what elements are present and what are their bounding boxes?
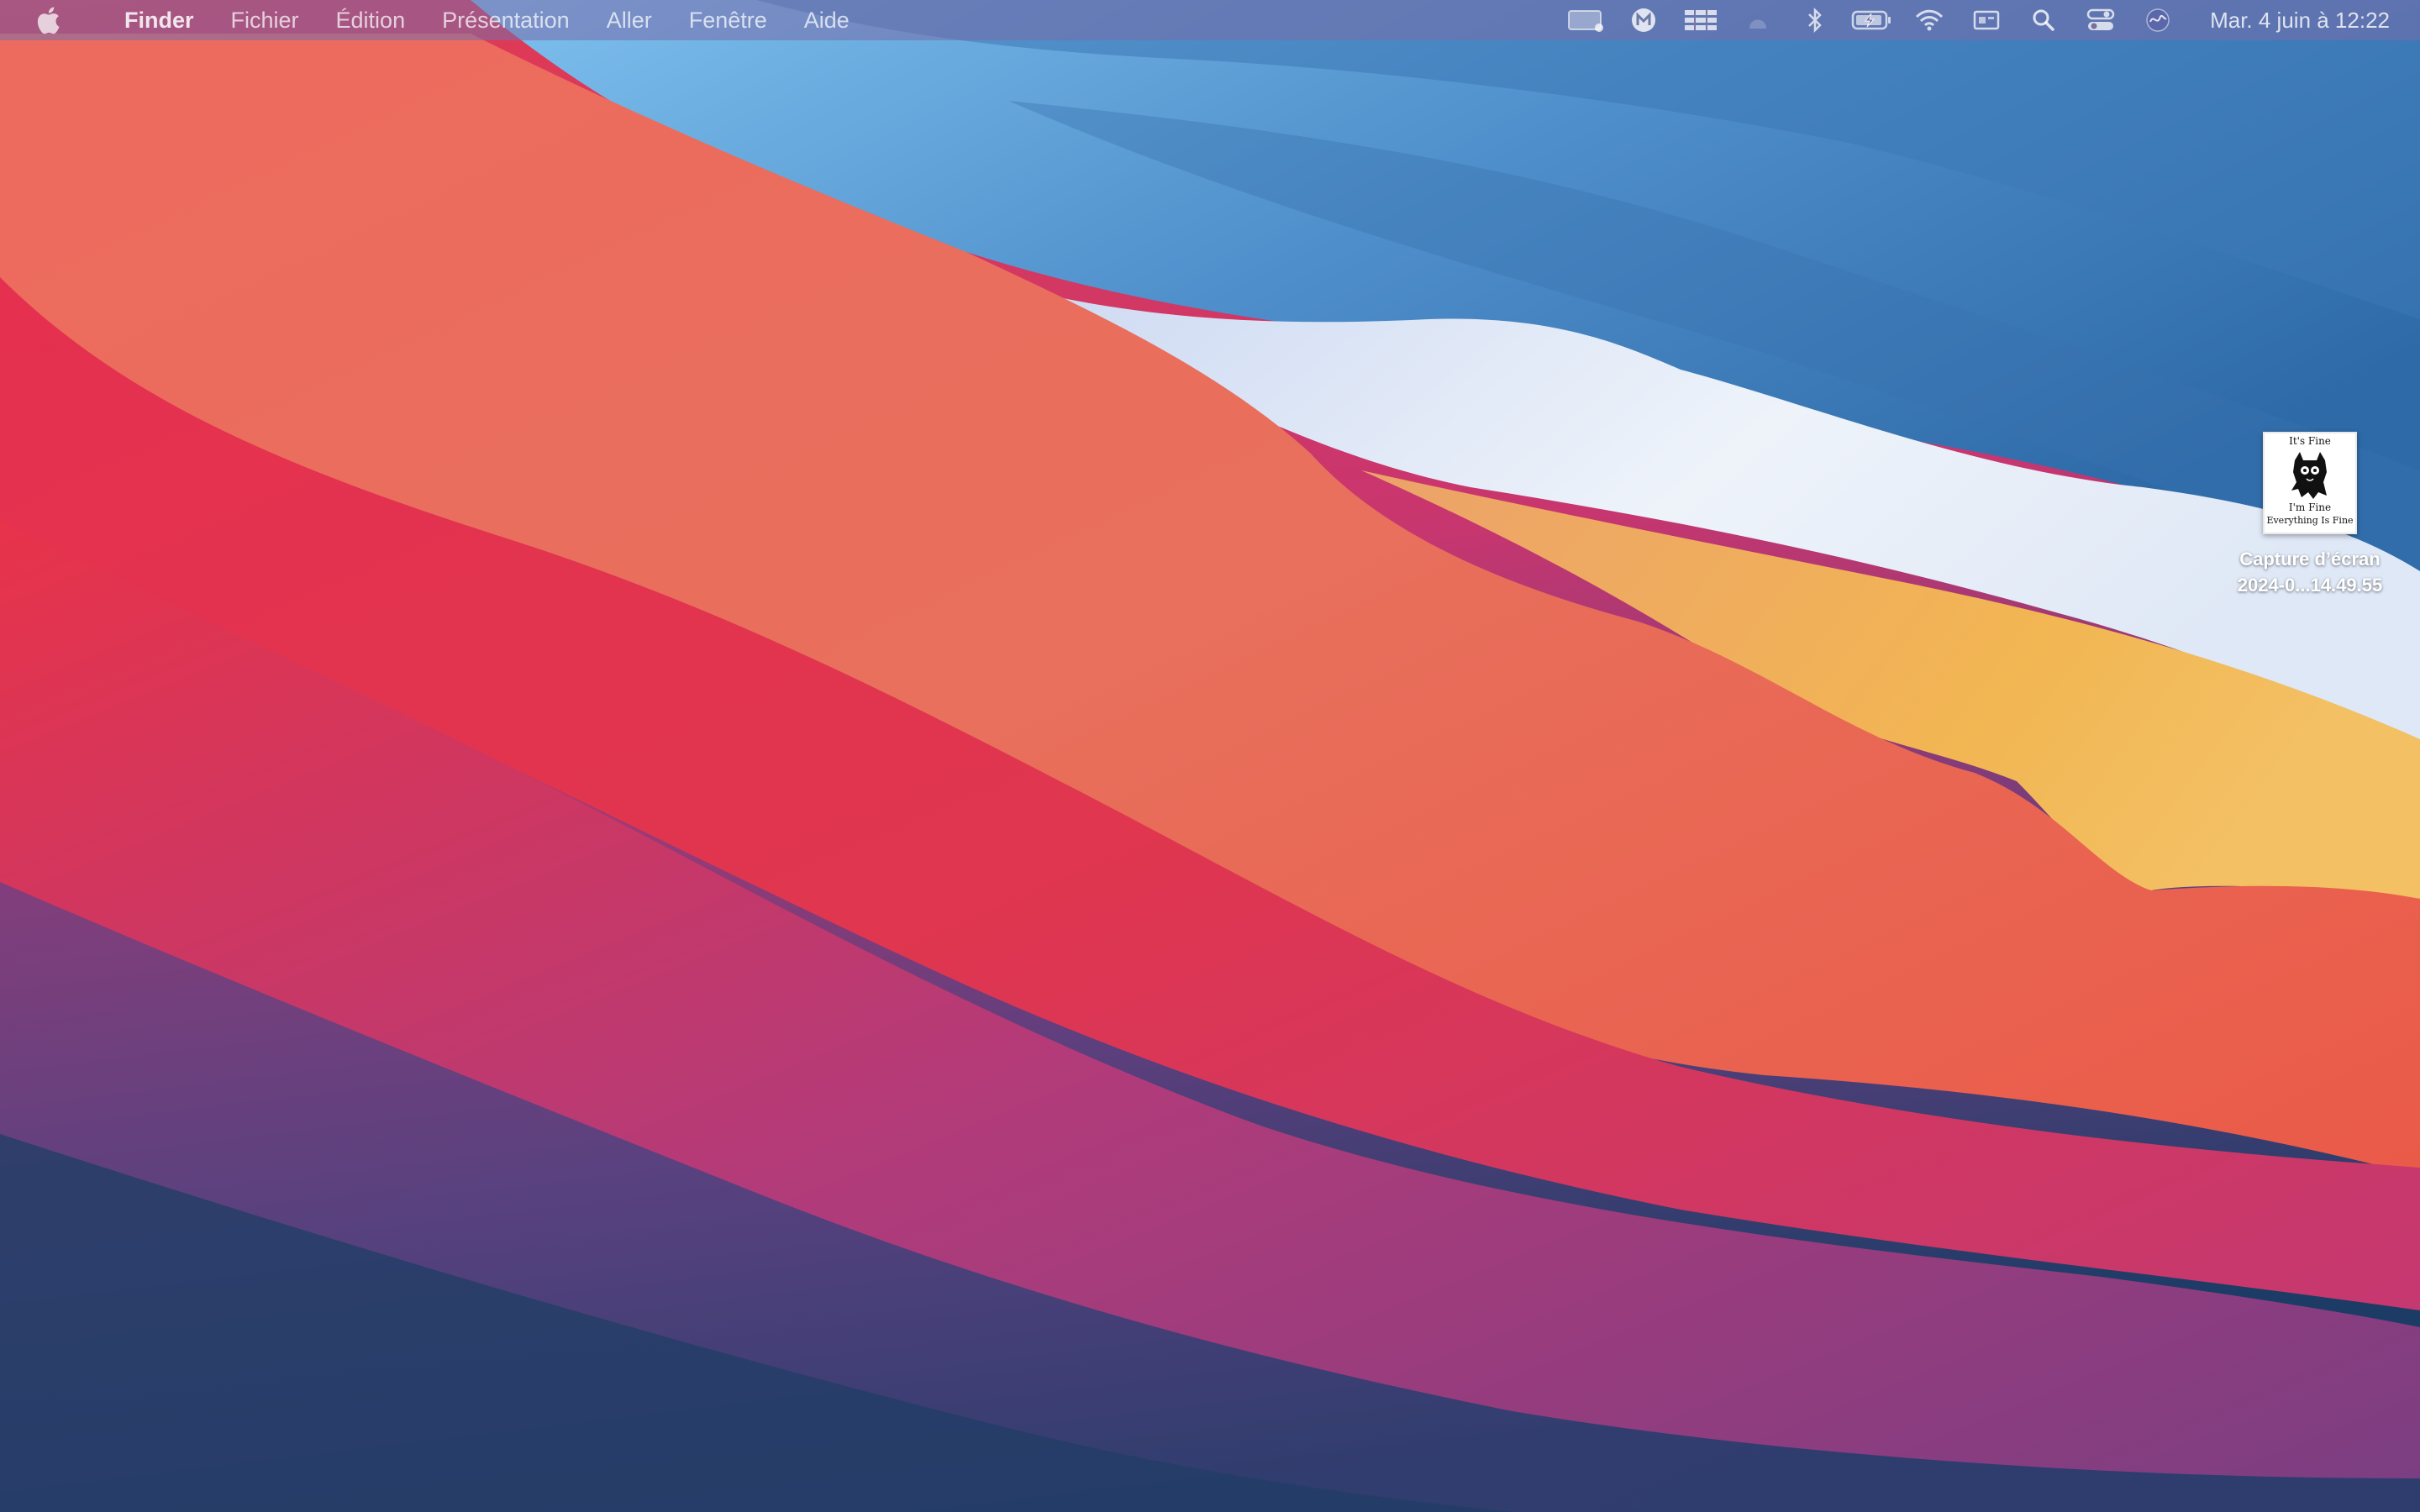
display-mirroring-icon[interactable] [1962, 0, 2011, 40]
menu-aller[interactable]: Aller [588, 0, 671, 40]
control-center-icon[interactable] [2076, 0, 2125, 40]
desktop[interactable]: Finder Fichier Édition Présentation Alle… [0, 0, 2420, 1512]
dimmed-app-icon[interactable] [1733, 0, 1782, 40]
file-thumbnail: It's Fine I'm Fine Everything Is Fine [2263, 432, 2357, 534]
black-cat-icon [2291, 452, 2327, 499]
battery-charging-icon[interactable] [1848, 0, 1897, 40]
thumbnail-text-line: I'm Fine [2288, 501, 2332, 513]
file-label: Capture d’écran 2024-0...14.49.55 [2238, 546, 2382, 598]
desktop-file-screenshot[interactable]: It's Fine I'm Fine Everything Is Fine Ca… [2203, 432, 2417, 598]
menu-presentation[interactable]: Présentation [424, 0, 588, 40]
siri-icon[interactable] [2133, 0, 2182, 40]
menu-edition[interactable]: Édition [318, 0, 424, 40]
keyboard-brightness-icon[interactable] [1676, 0, 1725, 40]
menu-fichier[interactable]: Fichier [213, 0, 318, 40]
wallpaper [0, 0, 2420, 1512]
file-label-name: Capture d’écran [2239, 549, 2381, 570]
menu-app-finder[interactable]: Finder [96, 0, 213, 40]
thumbnail-text-line: It's Fine [2289, 435, 2331, 447]
menu-bar-left: Finder Fichier Édition Présentation Alle… [0, 0, 868, 40]
menu-bar: Finder Fichier Édition Présentation Alle… [0, 0, 2420, 40]
menu-bar-status-area: Mar. 4 juin à 12:22 [1558, 0, 2420, 40]
screen-recording-icon[interactable] [1562, 0, 1611, 40]
menu-aide[interactable]: Aide [786, 0, 868, 40]
apple-menu-icon[interactable] [34, 3, 62, 37]
menu-bar-clock[interactable]: Mar. 4 juin à 12:22 [2210, 8, 2390, 34]
thumbnail-text-line: Everything Is Fine [2266, 515, 2354, 526]
spotlight-search-icon[interactable] [2019, 0, 2068, 40]
malwarebytes-icon[interactable] [1619, 0, 1668, 40]
bluetooth-icon[interactable] [1791, 0, 1839, 40]
menu-fenetre[interactable]: Fenêtre [671, 0, 786, 40]
file-label-date: 2024-0...14.49.55 [2237, 575, 2383, 596]
wifi-icon[interactable] [1905, 0, 1954, 40]
